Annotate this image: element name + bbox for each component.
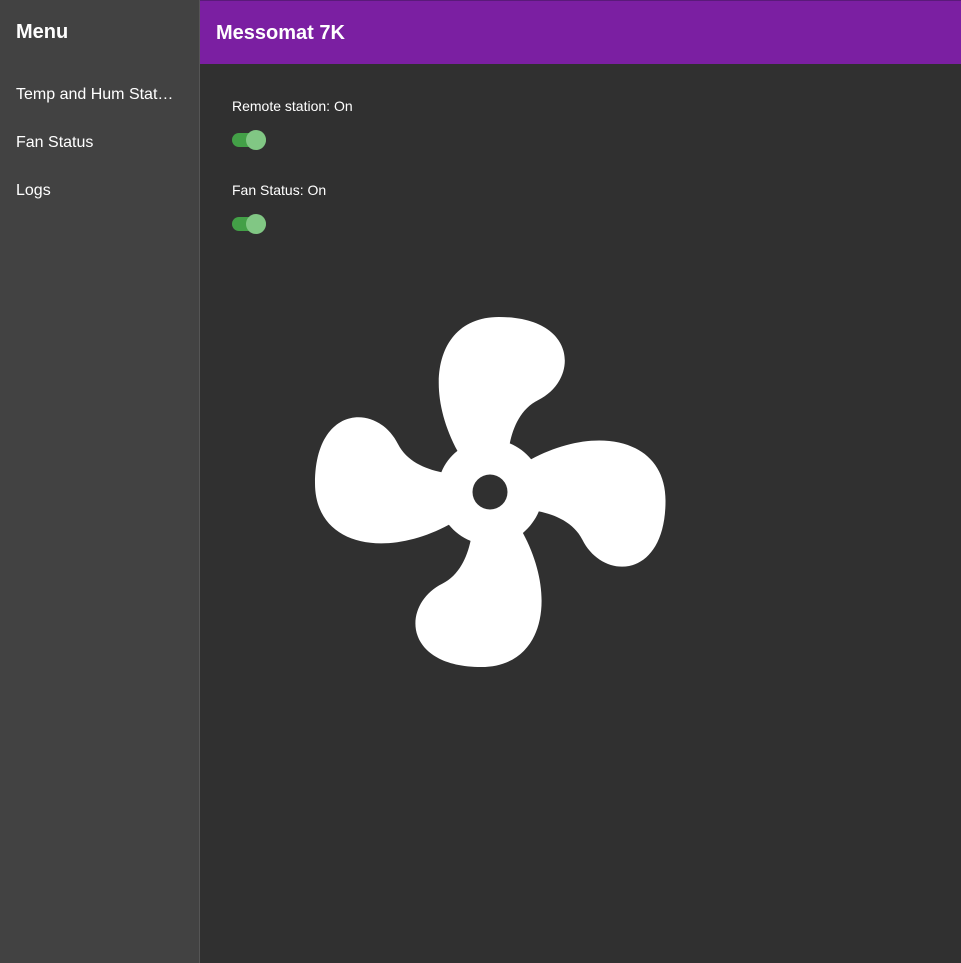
sidebar-item-label: Logs [16, 182, 51, 199]
main-content: Remote station: On Fan Status: On [200, 64, 961, 963]
sidebar: Menu Temp and Hum Stat… Fan Status Logs [0, 0, 200, 963]
remote-station-toggle[interactable] [232, 127, 268, 151]
app-bar: Messomat 7K [200, 0, 961, 64]
toggle-thumb [246, 214, 266, 234]
menu-title: Menu [16, 21, 69, 43]
sidebar-item-label: Fan Status [16, 134, 94, 151]
fan-icon [315, 317, 666, 667]
remote-station-label: Remote station: On [232, 98, 353, 114]
sidebar-item-fan-status[interactable]: Fan Status [0, 120, 199, 168]
app: Menu Temp and Hum Stat… Fan Status Logs … [0, 0, 961, 963]
page-title: Messomat 7K [216, 22, 345, 44]
sidebar-item-logs[interactable]: Logs [0, 168, 199, 216]
sidebar-item-label: Temp and Hum Stat… [16, 86, 174, 103]
toggle-thumb [246, 130, 266, 150]
sidebar-item-temp-and-hum-status[interactable]: Temp and Hum Stat… [0, 72, 199, 120]
fan-status-toggle[interactable] [232, 211, 268, 235]
fan-status-label: Fan Status: On [232, 182, 327, 198]
